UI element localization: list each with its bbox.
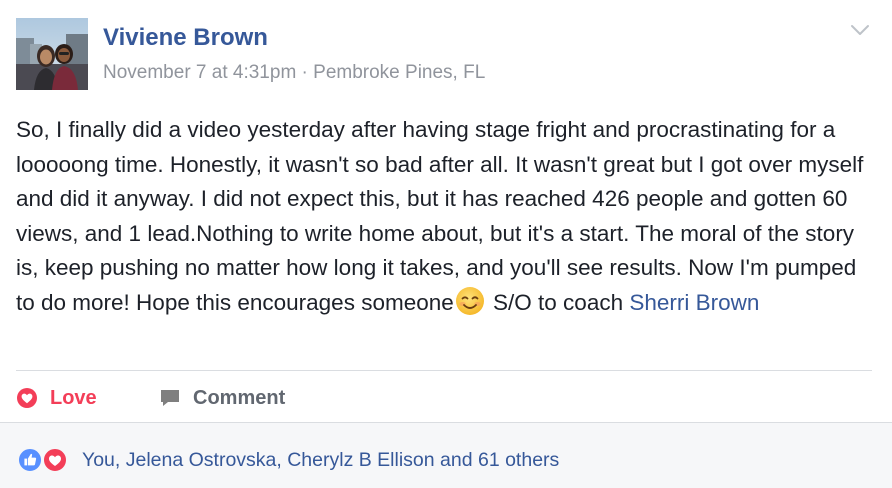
post-body: So, I finally did a video yesterday afte… [16, 113, 881, 321]
post-timestamp[interactable]: November 7 at 4:31pm [103, 62, 296, 83]
chevron-down-icon [851, 25, 869, 35]
mention-link[interactable]: Sherri Brown [629, 290, 759, 315]
heart-icon [42, 447, 68, 473]
reaction-icons[interactable] [16, 446, 76, 474]
post-text-shoutout: S/O to coach [493, 289, 630, 315]
reactions-bar: You, Jelena Ostrovska, Cherylz B Ellison… [0, 423, 892, 488]
post-options-button[interactable] [846, 18, 874, 42]
post-text: So, I finally did a video yesterday afte… [16, 117, 864, 315]
love-button[interactable]: Love [16, 380, 97, 416]
love-label: Love [50, 386, 97, 409]
smiling-face-icon [455, 286, 485, 316]
post-location[interactable]: Pembroke Pines, FL [313, 62, 485, 83]
author-name[interactable]: Viviene Brown [103, 24, 268, 52]
avatar-photo [16, 18, 88, 90]
comment-button[interactable]: Comment [159, 380, 285, 416]
reaction-summary-link[interactable]: You, Jelena Ostrovska, Cherylz B Ellison… [82, 449, 559, 472]
divider [16, 370, 872, 371]
facebook-post: Viviene Brown November 7 at 4:31pm · Pem… [0, 0, 892, 488]
post-meta: November 7 at 4:31pm · Pembroke Pines, F… [103, 62, 485, 84]
thumbs-up-icon [17, 447, 43, 473]
speech-bubble-icon [159, 387, 181, 409]
meta-separator: · [301, 62, 308, 83]
comment-label: Comment [193, 386, 286, 409]
heart-icon [16, 387, 38, 409]
avatar[interactable] [16, 18, 88, 90]
